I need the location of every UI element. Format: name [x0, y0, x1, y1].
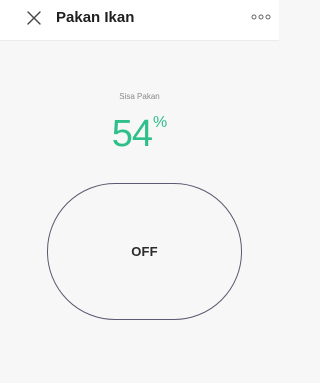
feed-remaining-label: Sisa Pakan — [119, 92, 160, 101]
power-toggle-label: OFF — [131, 244, 158, 259]
app-screen: Pakan Ikan Sisa Pakan 54% OFF — [0, 0, 279, 383]
feed-remaining-unit: % — [153, 114, 168, 131]
close-icon — [27, 11, 41, 25]
page-title: Pakan Ikan — [56, 9, 135, 26]
more-options-button[interactable] — [251, 10, 271, 24]
power-toggle-button[interactable]: OFF — [47, 183, 242, 320]
feed-remaining-value: 54 — [111, 113, 153, 155]
more-dots-icon — [251, 14, 271, 20]
feed-remaining-readout: 54% — [0, 112, 279, 156]
top-bar: Pakan Ikan — [0, 0, 279, 41]
close-button[interactable] — [24, 8, 44, 28]
